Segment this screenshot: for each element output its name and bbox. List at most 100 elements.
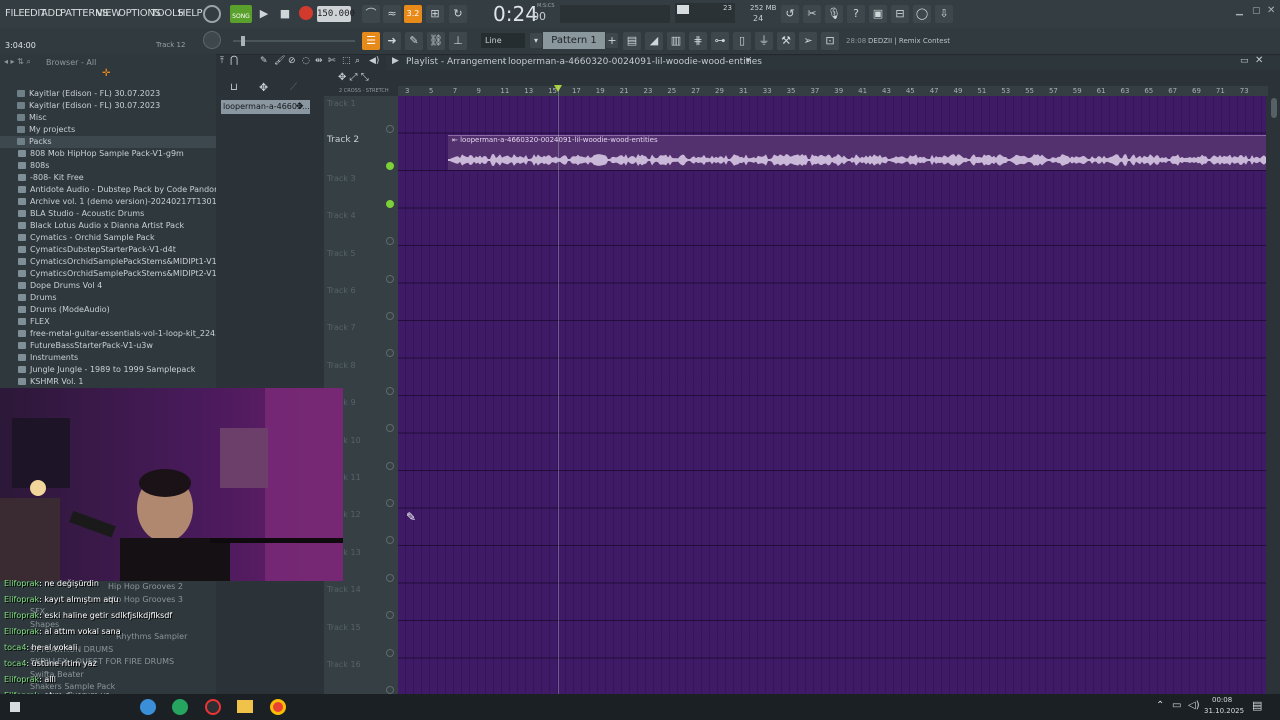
delete-icon[interactable]: ⊘ [288, 56, 296, 66]
master-pitch-slider[interactable] [233, 36, 355, 46]
track-enable-led[interactable] [386, 312, 394, 320]
arrow-right-icon[interactable]: ➜ [383, 32, 401, 50]
browser-item[interactable]: FutureBassStarterPack-V1-u3w [0, 340, 216, 352]
track-label[interactable]: Track 6 [327, 286, 356, 295]
browser-item[interactable]: free-metal-guitar-essentials-vol-1-loop-… [0, 328, 216, 340]
picker-icon[interactable]: ⊔ [230, 82, 238, 93]
move-icon[interactable]: ✥ [259, 81, 268, 94]
playlist-icon[interactable]: ☰ [362, 32, 380, 50]
stop-icon[interactable]: ■ [276, 5, 294, 23]
help-icon[interactable]: ? [847, 5, 865, 23]
wait-icon[interactable]: ≈ [383, 5, 401, 23]
edge-icon[interactable] [140, 699, 156, 715]
browser-item[interactable]: Archive vol. 1 (demo version)-20240217T1… [0, 196, 216, 208]
browser-item[interactable]: CymaticsOrchidSamplePackStems&MIDIPt1-V1… [0, 256, 216, 268]
send-icon[interactable]: ➢ [799, 32, 817, 50]
browser-item[interactable]: FLEX [0, 316, 216, 328]
minimize-icon[interactable]: ▁ [1236, 6, 1243, 16]
playlist-menu-icon[interactable]: ▾ [746, 56, 751, 66]
browser-item[interactable]: Black Lotus Audio x Dianna Artist Pack [0, 220, 216, 232]
file-icon[interactable]: ▯ [733, 32, 751, 50]
browser-item[interactable]: CymaticsDubstepStarterPack-V1-d4t [0, 244, 216, 256]
track-enable-led[interactable] [386, 573, 394, 582]
track-label[interactable]: Track 16 [327, 660, 361, 669]
save-icon[interactable]: ▣ [869, 5, 887, 23]
track-label[interactable]: Track 5 [327, 249, 356, 258]
cart-icon[interactable]: ⊡ [821, 32, 839, 50]
pitch-knob[interactable] [203, 31, 221, 49]
track-label[interactable]: Track 1 [327, 99, 356, 108]
network-icon[interactable]: ▭ [1172, 700, 1181, 711]
browser-item[interactable]: Misc [0, 112, 216, 124]
speaker-icon[interactable]: ◀) [369, 56, 379, 66]
track-enable-led[interactable] [386, 125, 394, 133]
track-enable-led[interactable] [386, 648, 394, 657]
magnet-icon[interactable]: ⋂ [230, 55, 238, 66]
track-label[interactable]: Track 8 [327, 361, 356, 370]
vertical-scrollbar[interactable] [1268, 96, 1280, 694]
playlist-restore-icon[interactable]: ▭ [1240, 56, 1249, 66]
step-edit-icon[interactable]: ⊞ [426, 5, 444, 23]
pattern-selector[interactable]: Pattern 1 [543, 32, 605, 49]
link-clip-icon[interactable]: ⟋ [290, 82, 297, 93]
select-icon[interactable]: ⬚ [342, 56, 351, 66]
menu-file[interactable]: FILE [5, 8, 25, 19]
browser-item[interactable]: Instruments [0, 352, 216, 364]
folder-icon[interactable] [237, 700, 253, 713]
restore-icon[interactable]: ▢ [1252, 6, 1261, 16]
menu-help[interactable]: HELP [178, 8, 203, 19]
track-enable-led[interactable] [386, 499, 394, 507]
browser-item[interactable]: Drums [0, 292, 216, 304]
undo-icon[interactable]: ↺ [781, 5, 799, 23]
browser-item[interactable]: My projects [0, 124, 216, 136]
track-enable-led[interactable] [386, 461, 394, 470]
mute-icon[interactable]: ◌ [302, 56, 310, 66]
master-volume-knob[interactable] [203, 5, 221, 23]
browser-snap-icon[interactable]: ✛ [102, 68, 110, 79]
browser-view-icon[interactable]: ⊶ [711, 32, 729, 50]
track-enable-led[interactable] [386, 199, 394, 208]
chrome-icon[interactable] [270, 699, 286, 715]
pin-icon[interactable]: ⤒ [220, 56, 224, 66]
track-label[interactable]: Track 2 [327, 135, 359, 145]
browser-item[interactable]: Antidote Audio - Dubstep Pack by Code Pa… [0, 184, 216, 196]
zoom-icon[interactable]: ⌕ [355, 56, 360, 66]
slip-icon[interactable]: ⇹ [315, 56, 323, 66]
playlist-grid[interactable] [398, 96, 1266, 694]
track-label[interactable]: Track 3 [327, 174, 356, 183]
download-icon[interactable]: ⇩ [935, 5, 953, 23]
loop-record-icon[interactable]: ↻ [449, 5, 467, 23]
browser-item[interactable]: Packs [0, 136, 216, 148]
snap-selector[interactable]: Line [481, 33, 525, 48]
browser-item[interactable]: Drums (ModeAudio) [0, 304, 216, 316]
link-icon[interactable]: ⛓ [427, 32, 445, 50]
draw-icon[interactable]: ✎ [260, 56, 268, 66]
plug-icon[interactable]: ⏚ [755, 32, 773, 50]
song-mode-button[interactable]: SONG [230, 5, 252, 23]
browser-item[interactable]: Kayitlar (Edison - FL) 30.07.2023 [0, 100, 216, 112]
cut-icon[interactable]: ✂ [803, 5, 821, 23]
browser-item[interactable]: Cymatics - Orchid Sample Pack [0, 232, 216, 244]
browser-item[interactable]: Kayitlar (Edison - FL) 30.07.2023 [0, 88, 216, 100]
news-text[interactable]: DEDZII | Remix Contest [868, 37, 950, 45]
chat-icon[interactable]: ◯ [913, 5, 931, 23]
start-icon[interactable] [10, 702, 20, 712]
browser-item[interactable]: BLA Studio - Acoustic Drums [0, 208, 216, 220]
metronome-icon[interactable]: ⌒ [362, 5, 380, 23]
browser-item[interactable]: 808s [0, 160, 216, 172]
track-label[interactable]: Track 7 [327, 323, 356, 332]
countdown-icon[interactable]: 3.2 [404, 5, 422, 23]
channel-rack-icon[interactable]: ▤ [623, 32, 641, 50]
notification-icon[interactable]: ▤ [1252, 699, 1262, 712]
browser-nav-icons[interactable]: ◂ ▸ ⇅ ⌕ [4, 57, 31, 67]
play-icon[interactable]: ▶ [255, 5, 273, 23]
pencil-icon[interactable]: ✎ [405, 32, 423, 50]
track-label[interactable]: Track 4 [327, 211, 356, 220]
piano-roll-icon[interactable]: ◢ [645, 32, 663, 50]
record-button[interactable] [299, 6, 313, 20]
browser-item[interactable]: CymaticsOrchidSamplePackStems&MIDIPt2-V1… [0, 268, 216, 280]
stamp-icon[interactable]: ⊥ [449, 32, 467, 50]
close-icon[interactable]: ✕ [1267, 5, 1275, 16]
snap-dropdown-icon[interactable]: ▾ [530, 33, 542, 48]
browser-item[interactable]: Dope Drums Vol 4 [0, 280, 216, 292]
